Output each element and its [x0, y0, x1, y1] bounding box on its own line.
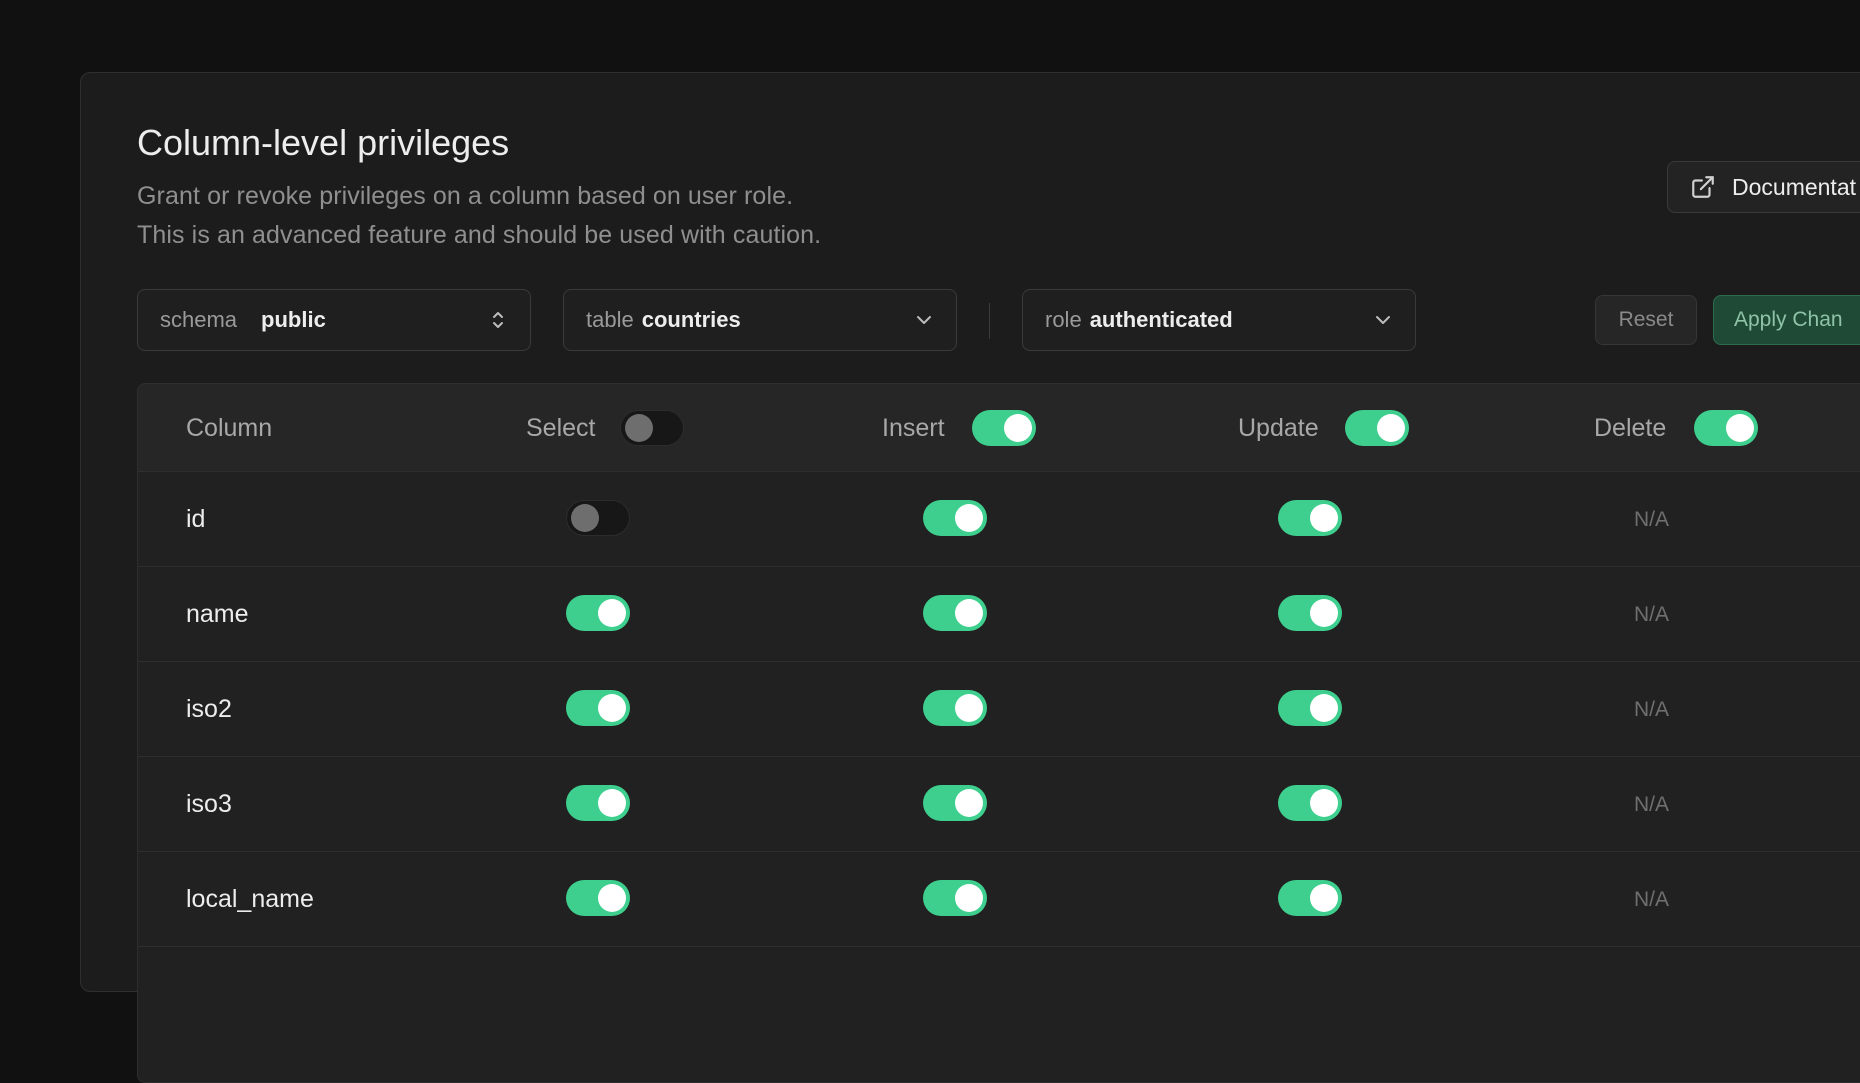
column-name: local_name	[186, 885, 314, 913]
update-toggle[interactable]	[1278, 690, 1342, 726]
privileges-panel: Column-level privileges Grant or revoke …	[80, 72, 1860, 1083]
external-link-icon	[1692, 176, 1714, 198]
role-selector-value: authenticated	[1089, 307, 1233, 332]
column-header-select: Select	[526, 414, 596, 442]
toggle-knob	[598, 694, 626, 722]
apply-changes-button[interactable]: Apply Chan	[1713, 295, 1860, 345]
column-header-update: Update	[1238, 414, 1319, 442]
documentation-button[interactable]: Documentat	[1667, 161, 1860, 213]
table-selector-label: table	[586, 307, 634, 332]
chevron-up-down-icon	[493, 312, 503, 328]
delete-not-applicable: N/A	[1634, 508, 1670, 531]
toggle-knob	[1004, 414, 1032, 442]
insert-toggle[interactable]	[923, 500, 987, 536]
update-all-toggle[interactable]	[1345, 410, 1409, 446]
role-selector-label: role	[1045, 307, 1082, 332]
table-selector-value: countries	[641, 307, 741, 332]
delete-not-applicable: N/A	[1634, 603, 1670, 626]
toggle-knob	[1377, 414, 1405, 442]
column-name: iso3	[186, 790, 232, 818]
toggle-knob	[1310, 504, 1338, 532]
filter-divider	[989, 303, 990, 339]
schema-selector[interactable]: schema public	[137, 289, 531, 351]
toggle-knob	[625, 414, 653, 442]
table-selector[interactable]: table countries	[563, 289, 957, 351]
toggle-knob	[571, 504, 599, 532]
toggle-knob	[955, 504, 983, 532]
column-name: iso2	[186, 695, 232, 723]
insert-toggle[interactable]	[923, 785, 987, 821]
toggle-knob	[1726, 414, 1754, 442]
select-toggle[interactable]	[566, 595, 630, 631]
documentation-button-label: Documentat	[1732, 173, 1857, 200]
chevron-down-icon	[917, 316, 931, 324]
select-toggle[interactable]	[566, 690, 630, 726]
column-name: id	[186, 505, 206, 533]
page-title: Column-level privileges	[137, 122, 510, 163]
column-name: name	[186, 600, 249, 628]
toggle-knob	[1310, 789, 1338, 817]
toggle-knob	[955, 789, 983, 817]
toggle-knob	[598, 884, 626, 912]
privileges-table: Column Select Insert Update Delete id N/…	[137, 383, 1860, 1083]
reset-button[interactable]: Reset	[1595, 295, 1697, 345]
insert-toggle[interactable]	[923, 690, 987, 726]
toggle-knob	[955, 884, 983, 912]
update-toggle[interactable]	[1278, 880, 1342, 916]
toggle-knob	[955, 694, 983, 722]
update-toggle[interactable]	[1278, 785, 1342, 821]
delete-not-applicable: N/A	[1634, 698, 1670, 721]
update-toggle[interactable]	[1278, 500, 1342, 536]
insert-toggle[interactable]	[923, 595, 987, 631]
toggle-knob	[598, 599, 626, 627]
select-toggle[interactable]	[566, 785, 630, 821]
table-row: iso3 N/A	[138, 757, 1860, 852]
page-description-caution: This is an advanced feature and should b…	[137, 221, 822, 249]
table-header-row: Column Select Insert Update Delete	[138, 384, 1860, 472]
table-row: iso2 N/A	[138, 662, 1860, 757]
select-all-toggle[interactable]	[620, 410, 684, 446]
chevron-down-icon	[1376, 316, 1390, 324]
select-toggle[interactable]	[566, 880, 630, 916]
page-description: Grant or revoke privileges on a column b…	[137, 182, 794, 210]
toggle-knob	[598, 789, 626, 817]
column-header-delete: Delete	[1594, 414, 1667, 442]
column-header-insert: Insert	[882, 414, 945, 442]
table-row: local_name N/A	[138, 852, 1860, 947]
toggle-knob	[1310, 694, 1338, 722]
toggle-knob	[1310, 599, 1338, 627]
select-toggle[interactable]	[566, 500, 630, 536]
role-selector[interactable]: role authenticated	[1022, 289, 1416, 351]
table-row: id N/A	[138, 472, 1860, 567]
delete-all-toggle[interactable]	[1694, 410, 1758, 446]
insert-all-toggle[interactable]	[972, 410, 1036, 446]
column-header-column: Column	[186, 414, 273, 442]
schema-selector-label: schema	[160, 307, 238, 332]
table-row: name N/A	[138, 567, 1860, 662]
toggle-knob	[955, 599, 983, 627]
schema-selector-value: public	[261, 307, 326, 332]
toggle-knob	[1310, 884, 1338, 912]
delete-not-applicable: N/A	[1634, 793, 1670, 816]
insert-toggle[interactable]	[923, 880, 987, 916]
update-toggle[interactable]	[1278, 595, 1342, 631]
table-row	[138, 947, 1860, 1042]
delete-not-applicable: N/A	[1634, 888, 1670, 911]
